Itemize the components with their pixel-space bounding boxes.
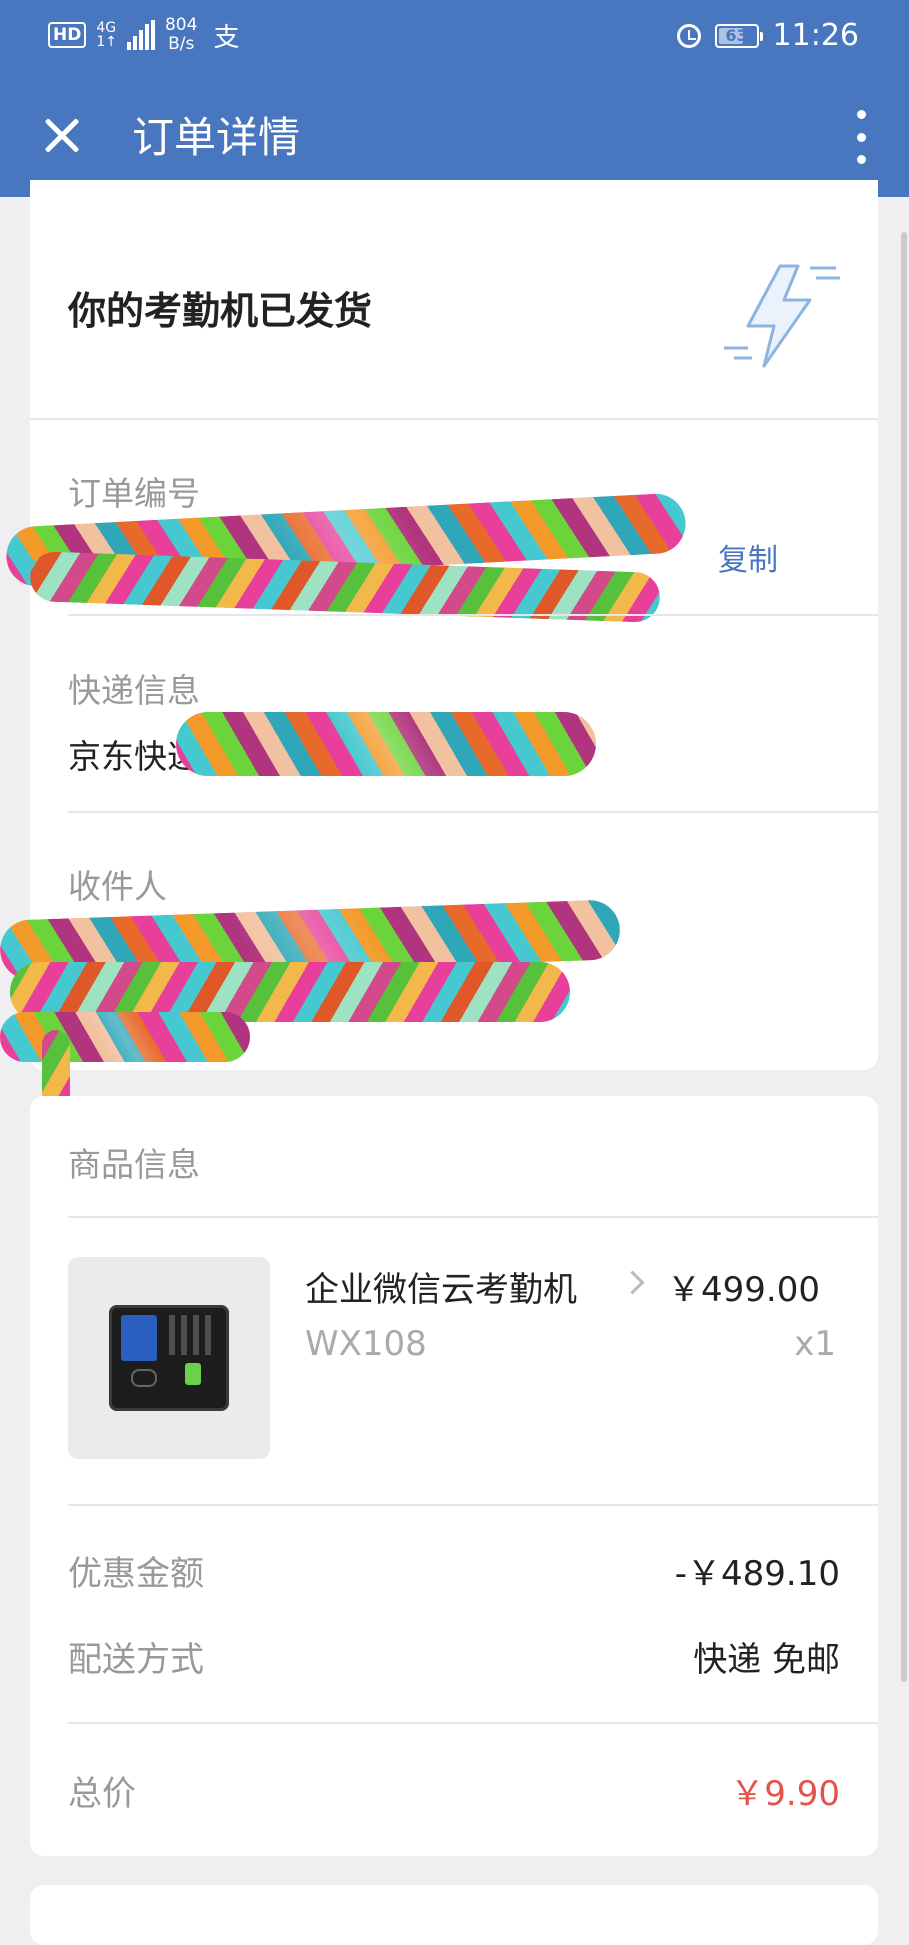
hd-indicator: HD — [48, 22, 87, 48]
network-sub: 1↑ — [96, 34, 117, 50]
divider — [68, 1504, 878, 1506]
alarm-icon — [676, 23, 701, 48]
product-quantity: x1 — [794, 1324, 836, 1364]
shipping-label: 配送方式 — [68, 1640, 204, 1680]
order-info-card: 你的考勤机已发货 订单编号 复制 快递信息 京东快递 收件人 — [0, 180, 878, 1140]
battery-level: 63 — [725, 26, 748, 45]
status-left: HD 4G 1↑ 804 B/s 支 — [48, 16, 239, 54]
divider — [68, 1722, 878, 1724]
product-price: ￥499.00 — [667, 1270, 820, 1310]
attendance-machine-image — [109, 1305, 229, 1411]
chevron-right-icon[interactable] — [620, 1270, 645, 1295]
product-section-label: 商品信息 — [68, 1145, 200, 1184]
redaction-scribble — [0, 1012, 250, 1062]
total-value: ￥9.90 — [730, 1774, 840, 1814]
discount-value: -￥489.10 — [674, 1554, 840, 1594]
redaction-scribble — [29, 551, 661, 623]
product-name[interactable]: 企业微信云考勤机 — [305, 1262, 577, 1311]
lightning-icon — [724, 264, 840, 368]
next-card — [30, 1885, 878, 1945]
express-label: 快递信息 — [68, 671, 200, 710]
divider — [68, 811, 878, 813]
copy-button[interactable]: 复制 — [718, 535, 778, 579]
close-icon[interactable] — [36, 110, 86, 160]
more-vertical-icon[interactable] — [849, 110, 873, 164]
shipment-title: 你的考勤机已发货 — [68, 289, 373, 333]
status-right: 63 11:26 — [676, 18, 859, 53]
discount-label: 优惠金额 — [68, 1554, 204, 1594]
divider — [30, 418, 878, 420]
shipping-value: 快递 免邮 — [693, 1640, 840, 1680]
signal-icon — [126, 20, 155, 50]
recipient-label: 收件人 — [68, 867, 167, 906]
alipay-icon: 支 — [213, 22, 240, 53]
product-model: WX108 — [305, 1324, 427, 1364]
scrollbar[interactable] — [901, 232, 907, 1682]
network-indicator: 4G 1↑ — [96, 21, 117, 49]
network-speed: 804 B/s — [164, 15, 198, 54]
page-title: 订单详情 — [132, 113, 301, 162]
divider — [68, 1216, 878, 1218]
order-number-label: 订单编号 — [68, 474, 200, 513]
redaction-scribble — [176, 712, 596, 776]
product-card: 商品信息 企业微信云考勤机 ￥499.00 WX108 x1 优惠金额 -￥48… — [30, 1096, 878, 1856]
divider — [68, 614, 878, 616]
status-bar: HD 4G 1↑ 804 B/s 支 63 11:26 — [0, 0, 909, 80]
network-type: 4G — [96, 20, 117, 36]
total-label: 总价 — [68, 1774, 136, 1814]
battery-icon: 63 — [714, 23, 763, 48]
clock: 11:26 — [772, 18, 859, 53]
product-image[interactable] — [68, 1257, 270, 1459]
